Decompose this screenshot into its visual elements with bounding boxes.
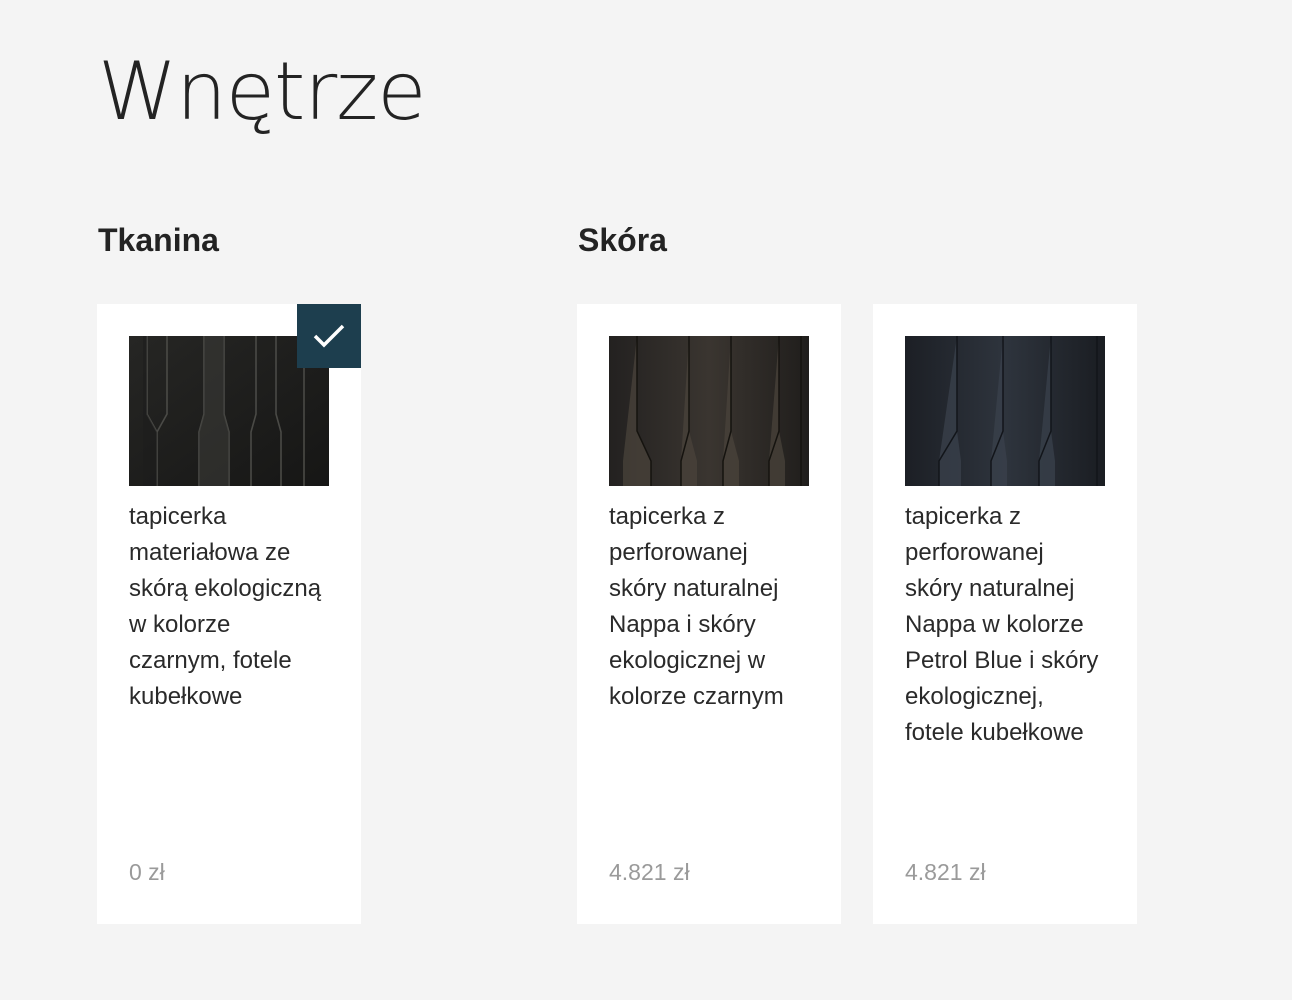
- checkmark-icon: [313, 324, 345, 348]
- selected-badge: [297, 304, 361, 368]
- option-price: 0 zł: [129, 859, 165, 885]
- upholstery-swatch-image: [609, 336, 809, 486]
- interior-option-card[interactable]: tapicerka z perforowanej skóry naturalne…: [873, 304, 1137, 924]
- upholstery-swatch-image: [905, 336, 1105, 486]
- page-title: Wnętrze: [98, 45, 426, 138]
- interior-option-card[interactable]: tapicerka materiałowa ze skórą ekologicz…: [97, 304, 361, 924]
- section-title-tkanina: Tkanina: [98, 222, 219, 258]
- option-description: tapicerka materiałowa ze skórą ekologicz…: [129, 503, 322, 710]
- section-title-skora: Skóra: [578, 222, 667, 258]
- option-description: tapicerka z perforowanej skóry naturalne…: [905, 503, 1099, 746]
- option-price: 4.821 zł: [609, 859, 690, 885]
- option-price: 4.821 zł: [905, 859, 986, 885]
- interior-option-card[interactable]: tapicerka z perforowanej skóry naturalne…: [577, 304, 841, 924]
- option-description: tapicerka z perforowanej skóry naturalne…: [609, 503, 784, 710]
